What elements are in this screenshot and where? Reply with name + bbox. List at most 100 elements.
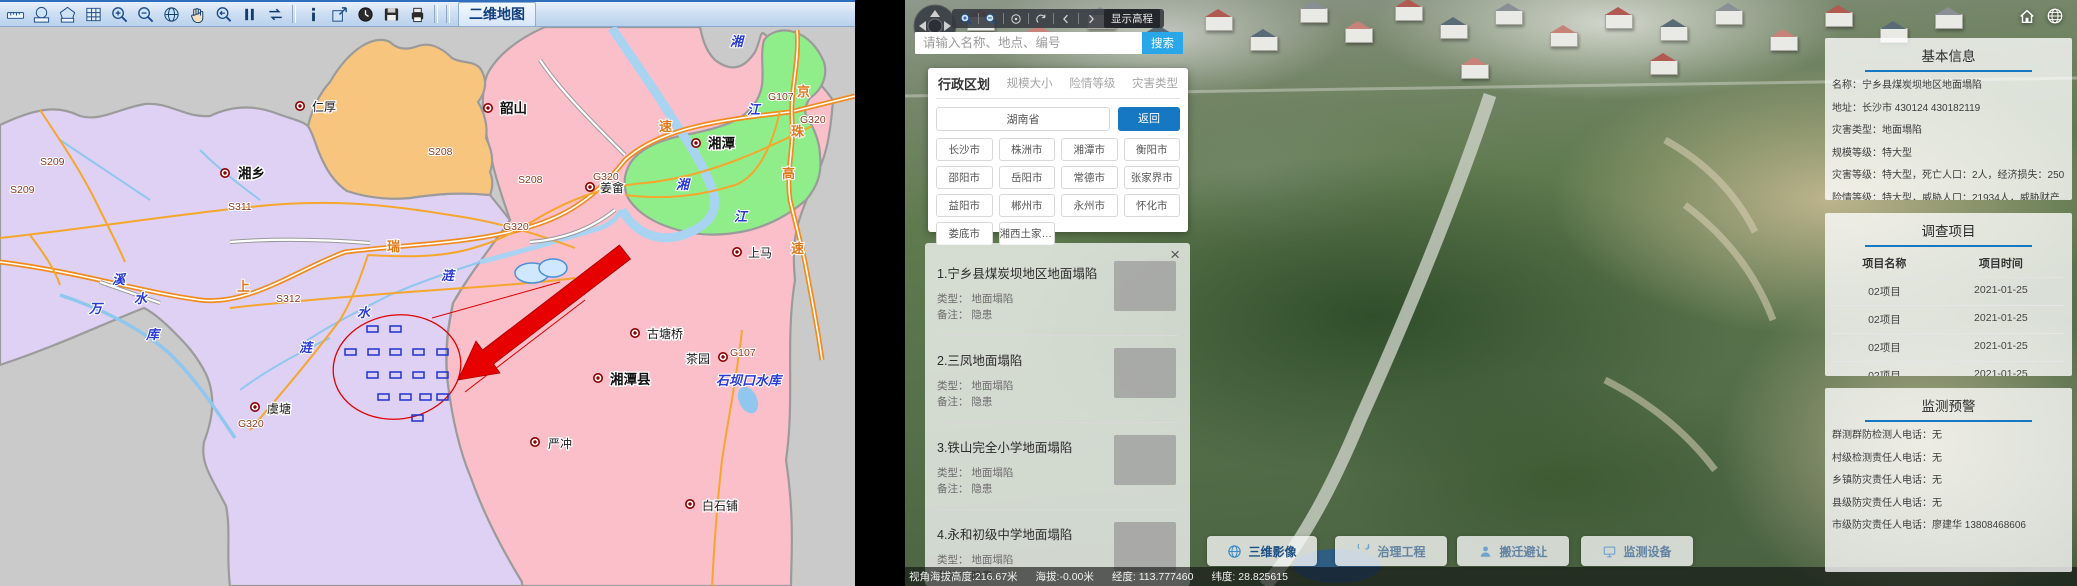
survey-row[interactable]: 02项目2021-01-25 (1832, 278, 2065, 306)
project-name: 02项目 (1832, 312, 1937, 327)
province-row: 湖南省 返回 (936, 107, 1180, 131)
back-button[interactable]: 返回 (1118, 107, 1180, 131)
city-button[interactable]: 怀化市 (1124, 194, 1181, 217)
map-label: S312 (276, 293, 301, 305)
survey-row[interactable]: 02项目2021-01-25 (1832, 306, 2065, 334)
bottom-button-label: 三维影像 (1248, 543, 1296, 560)
measure-polygon-button[interactable] (55, 3, 79, 25)
map-label: 湘潭县 (610, 371, 651, 387)
bottom-button-monitor-devices[interactable]: 监测设备 (1581, 536, 1693, 566)
zoom-out-icon (984, 12, 998, 26)
chevron-left-button[interactable] (1056, 10, 1076, 27)
city-button[interactable]: 永州市 (1061, 194, 1118, 217)
house-roof (1935, 7, 1961, 15)
filter-tab-inactive[interactable]: 险情等级 (1069, 75, 1115, 91)
export-button[interactable] (327, 3, 351, 25)
map-mode-2d-button[interactable]: 二维地图 (458, 2, 536, 27)
city-button[interactable]: 邵阳市 (936, 166, 993, 189)
house (1395, 6, 1423, 21)
swap-arrows-button[interactable] (263, 3, 287, 25)
bottom-button-3d-imagery[interactable]: 三维影像 (1207, 536, 1317, 566)
map-label: 涟 (299, 340, 314, 355)
info-row: 险情等级：特大型，威胁人口：21934人，威胁财产... (1832, 191, 2065, 201)
survey-row[interactable]: 02项目2021-01-25 (1832, 334, 2065, 362)
search-input[interactable] (915, 32, 1142, 54)
globe-icon (162, 5, 181, 24)
town-marker (221, 169, 229, 177)
disaster-list-item[interactable]: 1.宁乡县煤炭坝地区地面塌陷类型： 地面塌陷备注： 隐患 (937, 249, 1178, 336)
map-label: 江 (747, 102, 762, 117)
city-button[interactable]: 长沙市 (936, 138, 993, 161)
project-date: 2021-01-25 (1937, 312, 2065, 327)
house (1660, 26, 1688, 41)
house (1605, 14, 1633, 29)
filter-tab-inactive[interactable]: 规模大小 (1007, 75, 1053, 91)
town-marker (594, 374, 602, 382)
map-label: 严冲 (548, 436, 572, 451)
bottom-button-relocation[interactable]: 搬迁避让 (1457, 536, 1569, 566)
monitor-row: 乡镇防灾责任人电话：无 (1832, 473, 2065, 489)
show-elevation-button[interactable]: 显示高程 (1104, 9, 1160, 28)
panel-title: 基本信息 (1832, 42, 2065, 70)
measure-area-button[interactable] (29, 3, 53, 25)
measure-distance-button[interactable] (3, 3, 27, 25)
home-button[interactable] (2017, 6, 2037, 26)
save-button[interactable] (379, 3, 403, 25)
bottom-button-treatment-project[interactable]: 治理工程 (1335, 536, 1447, 566)
disaster-thumbnail[interactable] (1114, 435, 1176, 485)
city-button[interactable]: 张家界市 (1124, 166, 1181, 189)
city-button[interactable]: 郴州市 (999, 194, 1056, 217)
bottom-button-label: 治理工程 (1377, 543, 1425, 560)
status-segment: 视角海拔高度:216.67米 (909, 569, 1018, 584)
city-button[interactable]: 株洲市 (999, 138, 1056, 161)
zoom-previous-button[interactable] (211, 3, 235, 25)
province-button[interactable]: 湖南省 (936, 107, 1110, 131)
city-button[interactable]: 岳阳市 (999, 166, 1056, 189)
map-label: S209 (40, 156, 65, 168)
map-label: 湘 (730, 34, 745, 49)
rotate-button[interactable] (1031, 10, 1051, 27)
globe-wire-button[interactable] (2045, 6, 2065, 26)
city-button[interactable]: 湘西土家族... (999, 222, 1056, 245)
monitor-row: 村级检测责任人电话：无 (1832, 451, 2065, 467)
chevron-right-button[interactable] (1081, 10, 1101, 27)
disaster-list-item[interactable]: 2.三凤地面塌陷类型： 地面塌陷备注： 隐患 (937, 336, 1178, 423)
globe-button[interactable] (159, 3, 183, 25)
basic-info-rows: 名称：宁乡县煤炭坝地区地面塌陷地址：长沙市 430124 430182119灾害… (1832, 78, 2065, 200)
filter-tab-active[interactable]: 行政区划 (938, 74, 990, 93)
map-canvas[interactable]: 仁厚韶山湘乡湘潭上马古塘桥茶园湘潭县严冲白石铺虞塘姜畲S209S209S311S… (0, 27, 855, 586)
monitor-row: 县级防灾责任人电话：无 (1832, 496, 2065, 512)
house-roof (1660, 19, 1686, 27)
city-button[interactable]: 娄底市 (936, 222, 993, 245)
viewer-toolbar-icons (956, 10, 1101, 27)
filter-tab-inactive[interactable]: 灾害类型 (1132, 75, 1178, 91)
disaster-thumbnail[interactable] (1114, 348, 1176, 398)
target-button[interactable] (1006, 10, 1026, 27)
print-button[interactable] (405, 3, 429, 25)
survey-row[interactable]: 02项目2021-01-25 (1832, 362, 2065, 376)
disaster-thumbnail[interactable] (1114, 261, 1176, 311)
disaster-list-item[interactable]: 3.铁山完全小学地面塌陷类型： 地面塌陷备注： 隐患 (937, 423, 1178, 510)
city-button[interactable]: 常德市 (1061, 166, 1118, 189)
zoom-in-button[interactable] (956, 10, 976, 27)
map-label: 古塘桥 (647, 326, 683, 341)
print-icon (408, 5, 427, 24)
map-label: 上 (237, 279, 250, 294)
map-label: G320 (593, 171, 619, 183)
city-button[interactable]: 衡阳市 (1124, 138, 1181, 161)
history-clock-button[interactable] (353, 3, 377, 25)
info-button[interactable] (301, 3, 325, 25)
search-button[interactable]: 搜索 (1142, 32, 1183, 54)
pan-hand-button[interactable] (185, 3, 209, 25)
city-button[interactable]: 湘潭市 (1061, 138, 1118, 161)
grid-button[interactable] (81, 3, 105, 25)
disaster-thumbnail[interactable] (1114, 522, 1176, 572)
house (1300, 8, 1328, 23)
pause-button[interactable] (237, 3, 261, 25)
zoom-out-button[interactable] (133, 3, 157, 25)
zoom-out-button[interactable] (981, 10, 1001, 27)
city-button[interactable]: 益阳市 (936, 194, 993, 217)
zoom-in-icon (110, 5, 129, 24)
zoom-in-button[interactable] (107, 3, 131, 25)
house (1250, 36, 1278, 51)
